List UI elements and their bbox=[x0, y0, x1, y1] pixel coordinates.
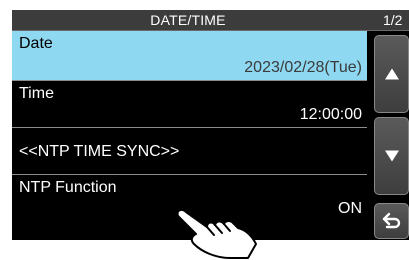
list-item-time[interactable]: Time 12:00:00 bbox=[12, 81, 367, 128]
item-label: Date bbox=[19, 35, 53, 52]
down-triangle-icon bbox=[384, 150, 399, 162]
item-value: 2023/02/28(Tue) bbox=[244, 59, 362, 76]
back-button[interactable] bbox=[374, 203, 409, 239]
list-item-date[interactable]: Date 2023/02/28(Tue) bbox=[12, 31, 367, 81]
item-label: NTP Function bbox=[19, 179, 117, 196]
screen-title: DATE/TIME bbox=[150, 12, 226, 28]
up-triangle-icon bbox=[384, 68, 399, 80]
item-value: ON bbox=[338, 200, 362, 217]
settings-list: Date 2023/02/28(Tue) Time 12:00:00 <<NTP… bbox=[12, 31, 367, 221]
tapping-hand-icon bbox=[173, 201, 257, 259]
scroll-sidebar bbox=[369, 31, 409, 240]
page-indicator: 1/2 bbox=[383, 12, 403, 28]
list-item-ntp-time-sync[interactable]: <<NTP TIME SYNC>> bbox=[12, 128, 367, 175]
item-value: 12:00:00 bbox=[299, 106, 362, 123]
return-arrow-icon bbox=[382, 212, 401, 229]
item-label: <<NTP TIME SYNC>> bbox=[19, 143, 180, 160]
title-bar: DATE/TIME 1/2 bbox=[12, 10, 409, 31]
item-label: Time bbox=[19, 85, 54, 102]
scroll-up-button[interactable] bbox=[374, 35, 409, 113]
scroll-down-button[interactable] bbox=[374, 117, 409, 195]
